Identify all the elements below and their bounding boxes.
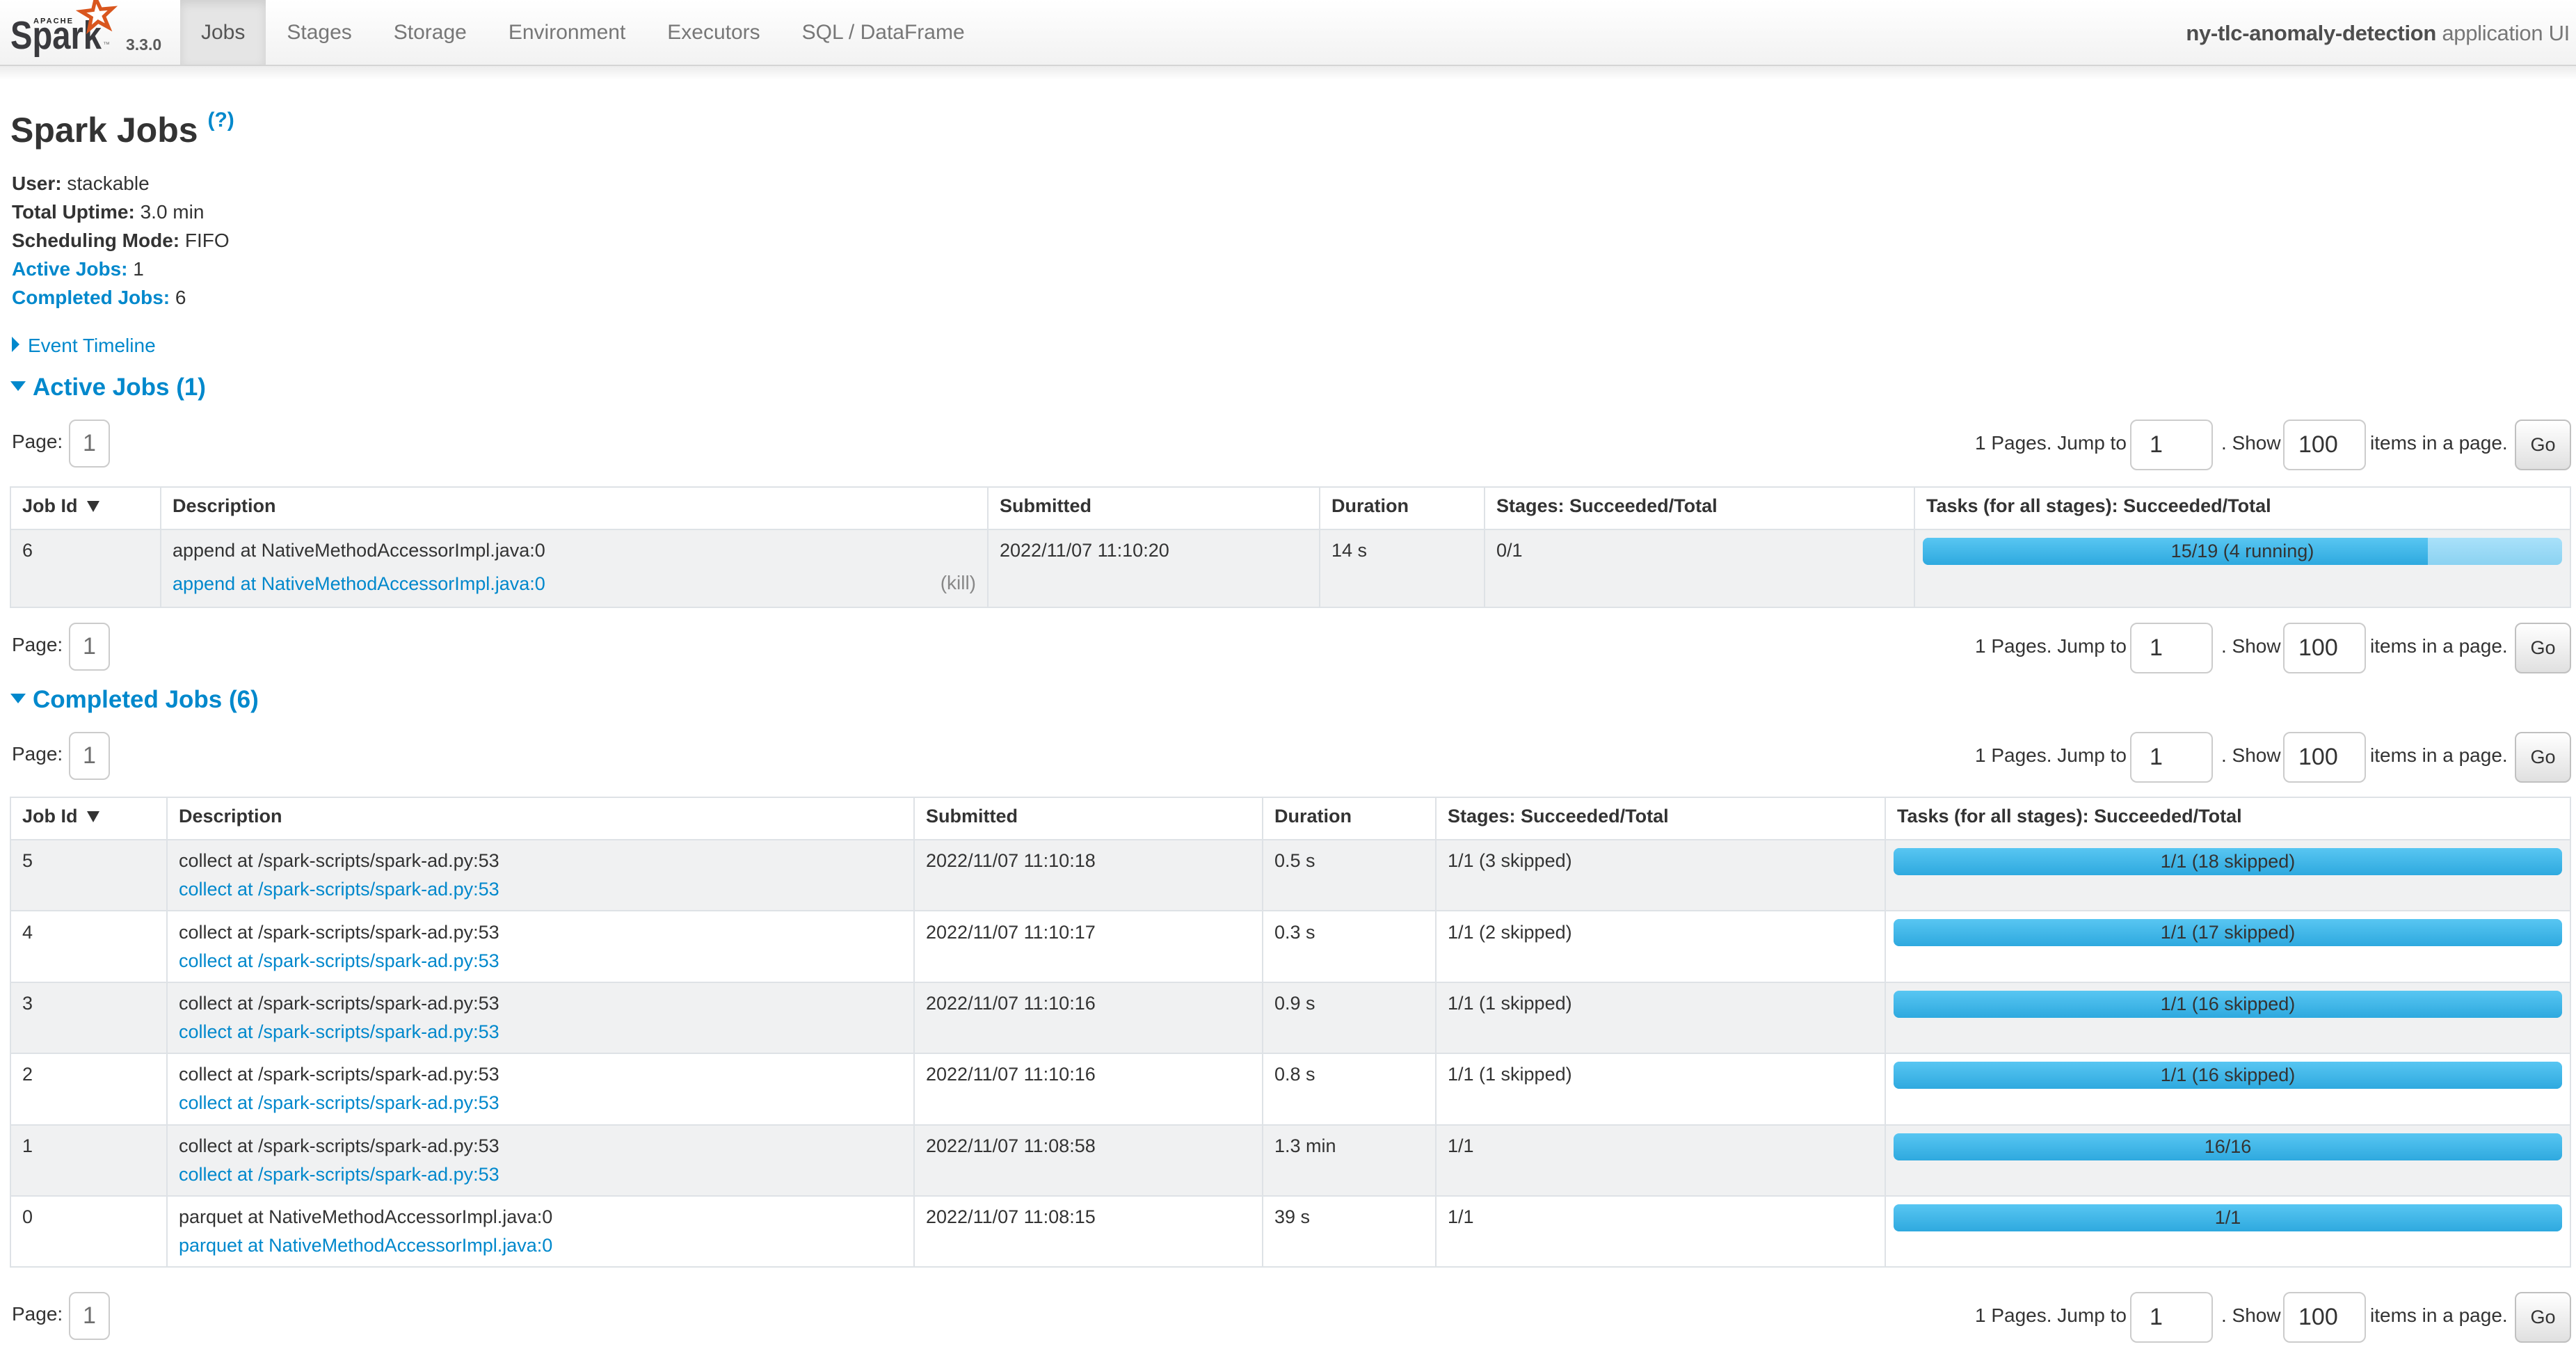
svg-text:™: ™ bbox=[103, 41, 110, 49]
svg-text:APACHE: APACHE bbox=[33, 17, 74, 26]
